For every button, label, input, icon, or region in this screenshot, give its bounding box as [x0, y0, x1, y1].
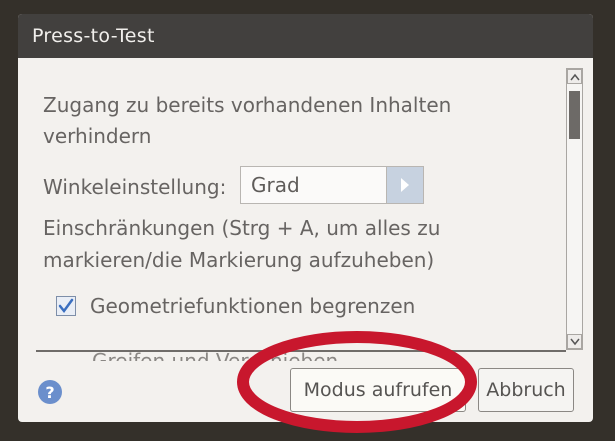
content-scrollbar[interactable] — [566, 68, 583, 350]
help-icon[interactable]: ? — [38, 380, 62, 404]
restrictions-text: Einschränkungen (Strg + A, um alles zu m… — [43, 216, 441, 272]
chevron-right-icon[interactable] — [386, 167, 423, 203]
dialog-content: Zugang zu bereits vorhandenen Inhalten v… — [18, 58, 566, 361]
chevron-up-icon — [569, 73, 580, 80]
dialog-divider — [36, 350, 566, 352]
angle-setting-dropdown[interactable]: Grad — [240, 166, 424, 204]
scroll-down-button[interactable] — [567, 334, 582, 349]
geometry-option-row[interactable]: Geometriefunktionen begrenzen — [56, 292, 415, 320]
geometry-checkbox[interactable] — [56, 296, 76, 316]
scroll-thumb[interactable] — [569, 91, 580, 139]
angle-setting-label: Winkeleinstellung: — [43, 175, 227, 199]
chevron-down-icon — [569, 338, 580, 345]
checkmark-icon — [58, 298, 74, 314]
enter-mode-button[interactable]: Modus aufrufen — [290, 368, 466, 412]
intro-text: Zugang zu bereits vorhandenen Inhalten v… — [43, 93, 452, 148]
dialog-title: Press-to-Test — [18, 14, 593, 58]
calculator-screen: Press-to-Test Zugang zu bereits vorhande… — [0, 0, 615, 441]
scroll-up-button[interactable] — [567, 69, 582, 84]
cancel-button[interactable]: Abbruch — [478, 368, 574, 412]
geometry-option-label: Geometriefunktionen begrenzen — [90, 294, 416, 318]
press-to-test-dialog: Press-to-Test Zugang zu bereits vorhande… — [18, 14, 593, 422]
angle-setting-value: Grad — [251, 173, 300, 197]
